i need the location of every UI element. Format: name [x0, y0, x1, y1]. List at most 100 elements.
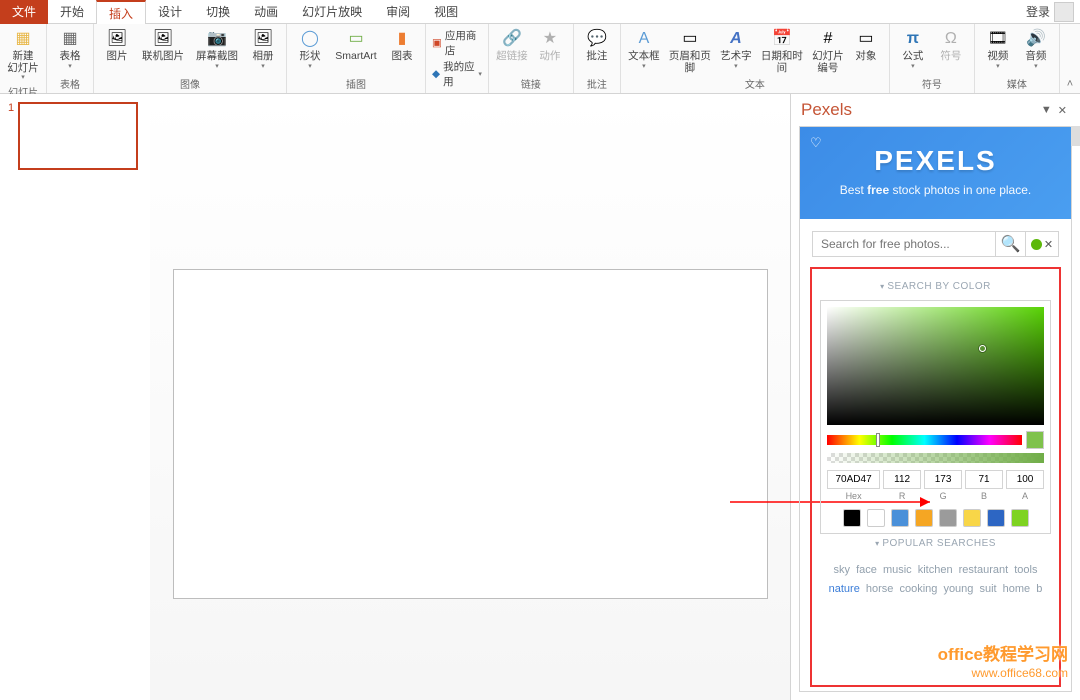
hyperlink-button: 🔗超链接 [495, 26, 529, 63]
search-icon[interactable]: 🔍 [995, 231, 1025, 257]
clear-color-icon[interactable]: ✕ [1044, 238, 1053, 251]
chart-icon: ▮ [389, 28, 415, 50]
popular-search-term[interactable]: music [883, 564, 918, 576]
datetime-icon: 📅 [769, 28, 795, 50]
popular-search-term[interactable]: young [943, 583, 979, 595]
saturation-value-field[interactable] [827, 307, 1044, 425]
pane-menu-button[interactable]: ▼ [1038, 104, 1055, 116]
b-input[interactable] [965, 470, 1003, 489]
headerfooter-icon: ▭ [677, 28, 703, 50]
color-filter-chip[interactable]: ✕ [1025, 231, 1059, 257]
highlight-box: SEARCH BY COLOR Hex R G B [810, 267, 1061, 687]
pexels-tagline: Best free stock photos in one place. [810, 183, 1061, 197]
section-search-by-color[interactable]: SEARCH BY COLOR [820, 281, 1051, 292]
tab-animation[interactable]: 动画 [242, 0, 290, 24]
slide-thumbnails: 1 [0, 94, 150, 700]
g-input[interactable] [924, 470, 962, 489]
r-input[interactable] [883, 470, 921, 489]
group-links-label: 链接 [521, 74, 541, 93]
preset-swatch[interactable] [915, 509, 933, 527]
group-images-label: 图像 [180, 74, 200, 93]
comment-button[interactable]: 💬批注 [580, 26, 614, 63]
picture-button[interactable]: 🖼图片 [100, 26, 134, 63]
tab-design[interactable]: 设计 [146, 0, 194, 24]
popular-search-term[interactable]: face [856, 564, 883, 576]
wordart-button[interactable]: A艺术字▾ [719, 26, 753, 70]
tab-transition[interactable]: 切换 [194, 0, 242, 24]
action-button: ★动作 [533, 26, 567, 63]
preset-swatch[interactable] [987, 509, 1005, 527]
tab-slideshow[interactable]: 幻灯片放映 [290, 0, 374, 24]
popular-search-term[interactable]: suit [979, 583, 1002, 595]
hex-input[interactable] [827, 470, 880, 489]
collapse-ribbon-button[interactable]: ˄ [1060, 24, 1080, 93]
tab-review[interactable]: 审阅 [374, 0, 422, 24]
sv-cursor[interactable] [979, 345, 986, 352]
popular-search-term[interactable]: home [1003, 583, 1037, 595]
popular-search-term[interactable]: sky [834, 564, 857, 576]
store-icon: ▣ [432, 37, 442, 49]
screenshot-button[interactable]: 📷屏幕截图▾ [192, 26, 242, 70]
color-dot-icon [1031, 239, 1042, 250]
search-input[interactable] [812, 231, 995, 257]
audio-button[interactable]: 🔊音频▾ [1019, 26, 1053, 70]
alpha-slider[interactable] [827, 453, 1044, 463]
preset-swatch[interactable] [891, 509, 909, 527]
slide-1[interactable] [173, 269, 768, 599]
smartart-button[interactable]: ▭SmartArt [331, 26, 381, 63]
group-text-label: 文本 [745, 74, 765, 93]
pane-close-button[interactable]: ✕ [1055, 104, 1070, 117]
online-picture-button[interactable]: 🖼联机图片 [138, 26, 188, 63]
popular-search-term[interactable]: b [1036, 583, 1042, 595]
preset-swatch[interactable] [963, 509, 981, 527]
tab-insert[interactable]: 插入 [96, 0, 146, 24]
object-icon: ▭ [853, 28, 879, 50]
album-icon: 🖼 [250, 28, 276, 50]
tab-home[interactable]: 开始 [48, 0, 96, 24]
preset-swatch[interactable] [843, 509, 861, 527]
audio-icon: 🔊 [1023, 28, 1049, 50]
slidenumber-button[interactable]: #幻灯片 编号 [811, 26, 845, 74]
album-button[interactable]: 🖼相册▾ [246, 26, 280, 70]
heart-icon[interactable]: ♡ [810, 135, 822, 151]
datetime-button[interactable]: 📅日期和时间 [757, 26, 807, 74]
new-slide-icon: ▦ [10, 28, 36, 50]
popular-search-term[interactable]: kitchen [918, 564, 959, 576]
textbox-button[interactable]: A文本框▾ [627, 26, 661, 70]
shapes-button[interactable]: ◯形状▾ [293, 26, 327, 70]
app-store-button[interactable]: ▣应用商店 [432, 28, 482, 58]
hue-thumb[interactable] [876, 433, 880, 447]
tab-file[interactable]: 文件 [0, 0, 48, 24]
slidenumber-icon: # [815, 28, 841, 50]
slide-canvas[interactable] [150, 94, 790, 700]
slide-thumbnail-1[interactable] [18, 102, 138, 170]
popular-search-term[interactable]: nature [829, 583, 866, 595]
login-button[interactable]: 登录 [1020, 2, 1080, 22]
popular-search-term[interactable]: restaurant [959, 564, 1015, 576]
main-area: 1 Pexels ▼ ✕ ♡ PEXELS Best free stock ph… [0, 94, 1080, 700]
equation-icon: π [900, 28, 926, 50]
popular-search-term[interactable]: horse [866, 583, 900, 595]
my-apps-button[interactable]: ◆我的应用 ▾ [432, 59, 482, 89]
group-tables-label: 表格 [60, 74, 80, 93]
login-label: 登录 [1026, 3, 1050, 20]
video-button[interactable]: 🎞视频▾ [981, 26, 1015, 70]
preset-swatch[interactable] [939, 509, 957, 527]
hex-label: Hex [827, 491, 880, 501]
popular-search-term[interactable]: cooking [899, 583, 943, 595]
headerfooter-button[interactable]: ▭页眉和页脚 [665, 26, 715, 74]
object-button[interactable]: ▭对象 [849, 26, 883, 63]
new-slide-button[interactable]: ▦新建 幻灯片▾ [6, 26, 40, 82]
hue-slider[interactable] [827, 435, 1022, 445]
chart-button[interactable]: ▮图表 [385, 26, 419, 63]
pane-title: Pexels [801, 100, 852, 120]
popular-search-term[interactable]: tools [1014, 564, 1037, 576]
scrollbar[interactable] [1070, 126, 1080, 146]
tab-view[interactable]: 视图 [422, 0, 470, 24]
preset-swatch[interactable] [1011, 509, 1029, 527]
table-button[interactable]: ▦表格▾ [53, 26, 87, 70]
section-popular-searches[interactable]: POPULAR SEARCHES [820, 538, 1051, 549]
preset-swatch[interactable] [867, 509, 885, 527]
equation-button[interactable]: π公式▾ [896, 26, 930, 70]
a-input[interactable] [1006, 470, 1044, 489]
